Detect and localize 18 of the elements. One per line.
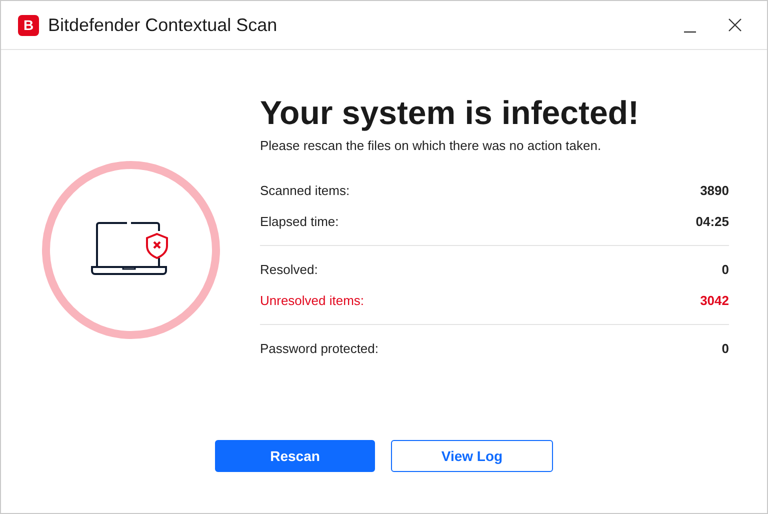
stat-value: 0 [722,262,729,277]
stat-label: Elapsed time: [260,214,339,229]
minimize-icon [683,31,697,33]
stat-value: 3042 [700,293,729,308]
rescan-button[interactable]: Rescan [215,440,375,472]
window-title: Bitdefender Contextual Scan [48,14,278,36]
stat-label: Unresolved items: [260,293,364,308]
close-icon [728,18,742,32]
stat-value: 0 [722,341,729,356]
stat-value: 3890 [700,183,729,198]
stat-label: Scanned items: [260,183,350,198]
stat-label: Resolved: [260,262,318,277]
stat-label: Password protected: [260,341,379,356]
app-logo: B [18,14,39,36]
view-log-button[interactable]: View Log [391,440,553,472]
result-heading: Your system is infected! [260,94,640,132]
stat-value: 04:25 [696,214,729,229]
result-message: Please rescan the files on which there was no action taken. [260,138,602,153]
